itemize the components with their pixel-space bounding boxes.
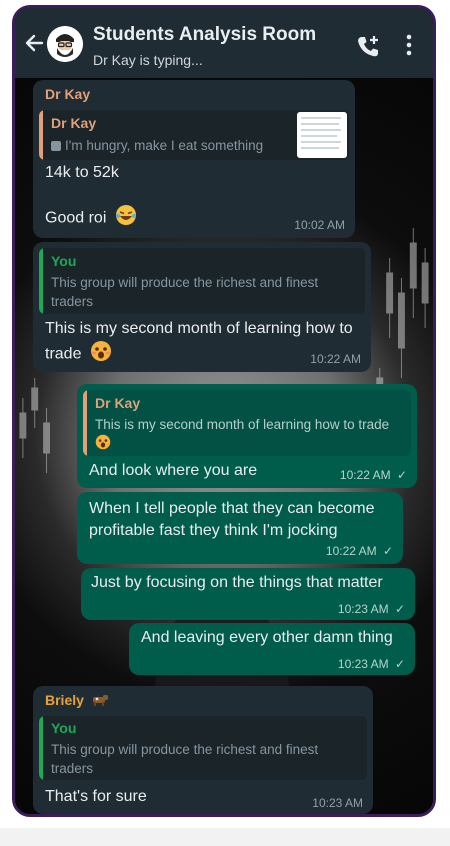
phone-frame: Students Analysis Room Dr Kay is typing.… [12, 5, 436, 817]
message-time: 10:22 AM ✓ [326, 544, 393, 558]
message-time-text: 10:22 AM [339, 468, 391, 482]
laughing-emoji-icon [115, 204, 137, 233]
back-arrow-icon[interactable] [23, 32, 45, 54]
message-text-content: Good roi [45, 209, 107, 227]
quote-sender: You [51, 720, 77, 736]
chat-title[interactable]: Students Analysis Room [93, 24, 316, 46]
quote-bar [39, 110, 43, 160]
quoted-message[interactable]: Dr Kay This is my second month of learni… [83, 390, 411, 456]
message-time: 10:23 AM ✓ [338, 657, 405, 671]
message-time: 10:23 AM ✓ [338, 602, 405, 616]
quoted-message[interactable]: You This group will produce the richest … [39, 248, 365, 314]
quote-bar [39, 716, 43, 780]
message-text: That's for sure [45, 788, 147, 805]
message-time-text: 10:23 AM [337, 657, 389, 671]
message-text: And look where you are [89, 462, 258, 479]
message-text: Just by focusing on the things that matt… [91, 574, 383, 591]
message-text: And leaving every other damn thing [141, 629, 393, 646]
chat-header: Students Analysis Room Dr Kay is typing.… [15, 8, 433, 78]
sender-name[interactable]: Briely [45, 692, 109, 710]
quoted-message[interactable]: Dr Kay I'm hungry, make I eat something [39, 110, 349, 160]
read-check-icon: ✓ [396, 468, 407, 482]
message-outgoing[interactable]: When I tell people that they can become … [77, 492, 403, 564]
quote-text: This is my second month of learning how … [95, 415, 395, 455]
message-time: 10:23 AM [312, 796, 363, 810]
message-text-line: 14k to 52k [45, 164, 119, 181]
quote-text: I'm hungry, make I eat something [51, 136, 263, 155]
read-check-icon: ✓ [382, 544, 393, 558]
more-options-icon[interactable] [405, 34, 413, 56]
quote-sender: Dr Kay [95, 395, 141, 411]
shocked-emoji-icon [95, 434, 111, 455]
message-incoming[interactable]: You This group will produce the richest … [33, 242, 371, 372]
message-time-text: 10:23 AM [337, 602, 389, 616]
message-outgoing[interactable]: And leaving every other damn thing 10:23… [129, 623, 415, 675]
add-call-icon[interactable] [355, 34, 381, 60]
quote-text-content: This is my second month of learning how … [95, 417, 390, 432]
quote-thumbnail [297, 112, 347, 158]
chat-area[interactable]: Dr Kay Dr Kay I'm hungry, make I eat som… [15, 78, 433, 814]
message-outgoing[interactable]: Just by focusing on the things that matt… [81, 568, 415, 620]
quote-text: This group will produce the richest and … [51, 275, 319, 309]
message-text: When I tell people that they can become … [89, 500, 375, 539]
message-time: 10:22 AM [310, 352, 361, 366]
message-time-text: 10:22 AM [325, 544, 377, 558]
typing-status: Dr Kay is typing... [93, 52, 203, 68]
quote-bar [83, 390, 87, 456]
quote-sender: You [51, 253, 77, 269]
sender-name[interactable]: Dr Kay [45, 86, 90, 102]
quote-text: This group will produce the richest and … [51, 742, 319, 776]
quote-sender: Dr Kay [51, 115, 97, 131]
message-text-line: Good roi [45, 204, 137, 233]
read-check-icon: ✓ [394, 602, 405, 616]
quote-text-content: I'm hungry, make I eat something [65, 138, 264, 153]
message-time: 10:02 AM [294, 218, 345, 232]
quoted-message[interactable]: You This group will produce the richest … [39, 716, 367, 780]
quote-bar [39, 248, 43, 314]
message-time: 10:22 AM ✓ [340, 468, 407, 482]
photo-icon [51, 141, 61, 151]
group-avatar[interactable] [47, 26, 83, 62]
shocked-emoji-icon [90, 340, 112, 369]
message-incoming-drkay[interactable]: Dr Kay Dr Kay I'm hungry, make I eat som… [33, 80, 355, 238]
message-incoming-briely[interactable]: Briely You This group will produce the r… [33, 686, 373, 814]
sender-name-text: Briely [45, 692, 84, 708]
bottom-strip [0, 828, 450, 846]
message-outgoing[interactable]: Dr Kay This is my second month of learni… [77, 384, 417, 488]
read-check-icon: ✓ [394, 657, 405, 671]
cow-emoji-icon [91, 693, 109, 710]
